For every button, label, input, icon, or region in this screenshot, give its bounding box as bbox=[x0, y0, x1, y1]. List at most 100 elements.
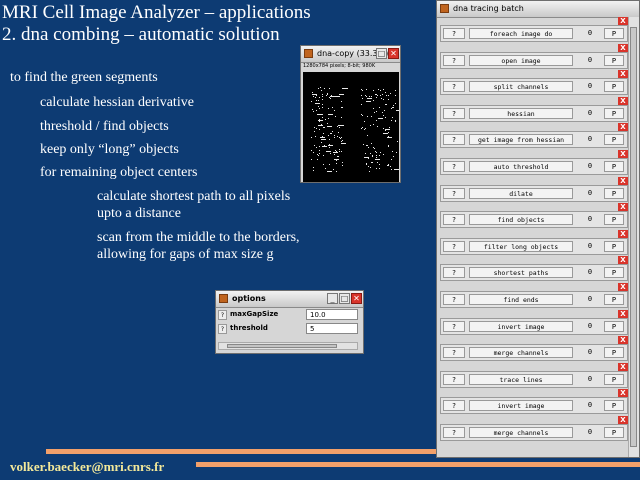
help-button[interactable]: ? bbox=[443, 214, 465, 226]
options-horizontal-scrollbar[interactable] bbox=[218, 342, 358, 350]
image-window-titlebar[interactable]: dna-copy (33.3%) □ ✕ bbox=[301, 46, 400, 63]
help-button[interactable]: ? bbox=[443, 134, 465, 146]
threshold-field[interactable]: 5 bbox=[306, 323, 358, 334]
help-button[interactable]: ? bbox=[443, 107, 465, 119]
parameters-button[interactable]: P bbox=[604, 81, 624, 93]
help-button[interactable]: ? bbox=[443, 320, 465, 332]
operation-button[interactable]: dilate bbox=[469, 187, 573, 199]
bullet-threshold: threshold / find objects bbox=[40, 119, 169, 134]
operation-button[interactable]: filter long objects bbox=[469, 240, 573, 252]
parameters-button[interactable]: P bbox=[604, 294, 624, 305]
operation-button[interactable]: get image from hessian bbox=[469, 134, 573, 146]
image-speckle bbox=[378, 168, 380, 170]
help-button[interactable]: ? bbox=[443, 187, 465, 199]
help-button[interactable]: ? bbox=[443, 161, 465, 172]
operation-count: 0 bbox=[587, 108, 593, 117]
parameters-button[interactable]: P bbox=[604, 347, 624, 359]
help-button[interactable]: ? bbox=[443, 400, 465, 412]
image-speckle bbox=[387, 145, 389, 147]
operation-button[interactable]: foreach image do bbox=[469, 28, 573, 39]
help-button[interactable]: ? bbox=[443, 28, 465, 39]
operation-button[interactable]: open image bbox=[469, 54, 573, 66]
operation-box: ? trace lines 0 P bbox=[440, 370, 628, 388]
image-speckle bbox=[333, 134, 335, 136]
parameters-button[interactable]: P bbox=[604, 54, 624, 66]
image-speckle bbox=[375, 157, 377, 158]
slide-title-line2: 2. dna combing – automatic solution bbox=[2, 24, 280, 45]
operation-button[interactable]: find ends bbox=[469, 294, 573, 305]
parameters-button[interactable]: P bbox=[604, 161, 624, 172]
image-speckle bbox=[333, 153, 335, 155]
options-window-titlebar[interactable]: options _ □ ✕ bbox=[216, 291, 363, 308]
batch-window-titlebar[interactable]: dna tracing batch bbox=[437, 1, 639, 18]
image-speckle bbox=[317, 155, 319, 156]
image-speckle bbox=[312, 110, 314, 112]
image-speckle bbox=[372, 100, 374, 102]
operation-button[interactable]: trace lines bbox=[469, 373, 573, 385]
operation-button[interactable]: find objects bbox=[469, 214, 573, 226]
help-button[interactable]: ? bbox=[443, 240, 465, 252]
image-speckle bbox=[341, 162, 343, 164]
image-speckle bbox=[318, 100, 320, 101]
image-speckle bbox=[336, 171, 338, 173]
operation-button[interactable]: hessian bbox=[469, 107, 573, 119]
image-speckle bbox=[376, 126, 378, 128]
operation-button[interactable]: merge channels bbox=[469, 427, 573, 438]
image-speckle bbox=[376, 167, 378, 169]
help-button[interactable]: ? bbox=[443, 294, 465, 305]
maximize-button[interactable]: □ bbox=[376, 48, 387, 59]
image-speckle bbox=[336, 163, 338, 165]
maximize-button[interactable]: □ bbox=[339, 293, 350, 304]
parameters-button[interactable]: P bbox=[604, 267, 624, 279]
operation-button[interactable]: shortest paths bbox=[469, 267, 573, 279]
batch-vertical-scrollbar[interactable] bbox=[628, 17, 639, 457]
dna-image-canvas[interactable] bbox=[303, 72, 399, 182]
image-speckle bbox=[335, 151, 337, 153]
operation-button[interactable]: auto threshold bbox=[469, 161, 573, 172]
help-button[interactable]: ? bbox=[218, 310, 227, 320]
image-speckle bbox=[384, 109, 385, 111]
image-speckle bbox=[329, 98, 331, 100]
parameters-button[interactable]: P bbox=[604, 400, 624, 412]
help-button[interactable]: ? bbox=[443, 267, 465, 279]
footer-email: volker.baecker@mri.cnrs.fr bbox=[10, 459, 165, 474]
operation-button[interactable]: invert image bbox=[469, 400, 573, 412]
parameters-button[interactable]: P bbox=[604, 107, 624, 119]
scrollbar-thumb[interactable] bbox=[630, 27, 637, 447]
image-speckle bbox=[314, 145, 316, 147]
image-speckle bbox=[375, 150, 377, 152]
parameters-button[interactable]: P bbox=[604, 240, 624, 252]
help-button[interactable]: ? bbox=[443, 347, 465, 359]
image-speckle bbox=[385, 95, 387, 97]
help-button[interactable]: ? bbox=[443, 373, 465, 385]
parameters-button[interactable]: P bbox=[604, 373, 624, 385]
image-speckle bbox=[314, 102, 320, 104]
close-button[interactable]: ✕ bbox=[388, 48, 399, 59]
help-button[interactable]: ? bbox=[443, 54, 465, 66]
minimize-button[interactable]: _ bbox=[327, 293, 338, 304]
bullet-hessian: calculate hessian derivative bbox=[40, 95, 194, 110]
image-speckle bbox=[371, 143, 372, 145]
scrollbar-thumb[interactable] bbox=[227, 344, 337, 348]
image-speckle bbox=[372, 124, 374, 126]
operation-button[interactable]: invert image bbox=[469, 320, 573, 332]
parameters-button[interactable]: P bbox=[604, 214, 624, 226]
operation-button[interactable]: merge channels bbox=[469, 347, 573, 359]
image-speckle bbox=[311, 136, 313, 138]
help-button[interactable]: ? bbox=[218, 324, 227, 334]
image-speckle bbox=[369, 167, 371, 168]
parameters-button[interactable]: P bbox=[604, 134, 624, 146]
operation-button[interactable]: split channels bbox=[469, 81, 573, 93]
parameters-button[interactable]: P bbox=[604, 28, 624, 39]
image-speckle bbox=[379, 90, 381, 91]
parameters-button[interactable]: P bbox=[604, 427, 624, 438]
parameters-button[interactable]: P bbox=[604, 187, 624, 199]
footer-line-top bbox=[46, 449, 436, 454]
image-speckle bbox=[339, 127, 341, 128]
maxgapsize-field[interactable]: 10.0 bbox=[306, 309, 358, 320]
help-button[interactable]: ? bbox=[443, 81, 465, 93]
image-speckle bbox=[327, 171, 333, 172]
parameters-button[interactable]: P bbox=[604, 320, 624, 332]
help-button[interactable]: ? bbox=[443, 427, 465, 438]
close-button[interactable]: ✕ bbox=[351, 293, 362, 304]
